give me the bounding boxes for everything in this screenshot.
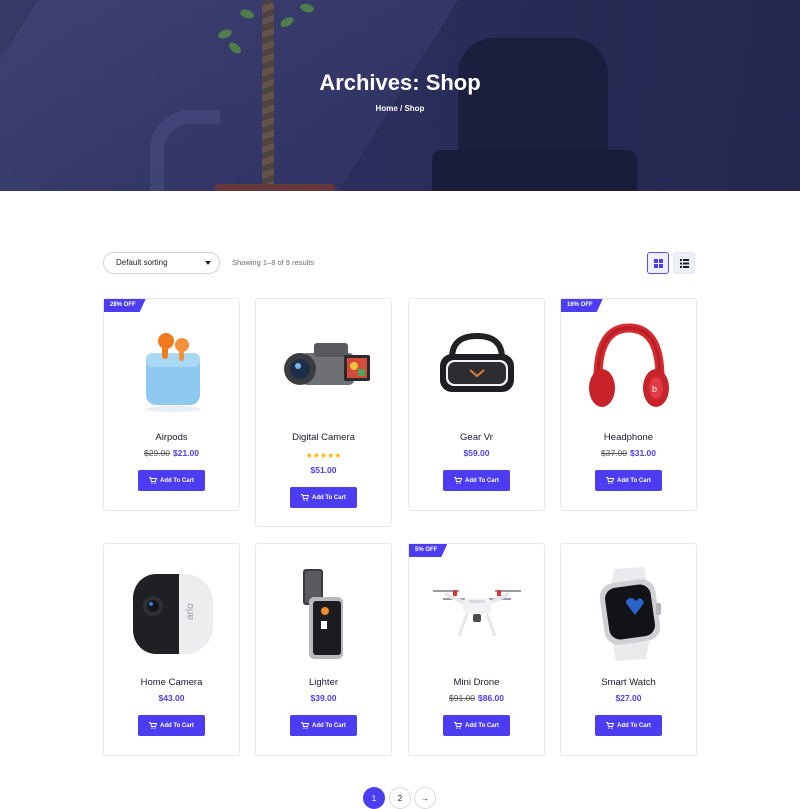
add-to-cart-label: Add To Cart: [617, 477, 651, 484]
add-to-cart-button[interactable]: Add To Cart: [443, 715, 510, 736]
product-name[interactable]: Airpods: [104, 432, 239, 443]
cart-icon: [454, 477, 463, 484]
product-card[interactable]: 5% OFF Mini Drone $91.00 $86.00 Add To Ca…: [408, 543, 545, 756]
list-view-button[interactable]: [673, 252, 695, 274]
old-price: $29.00: [144, 448, 170, 458]
old-price: $91.00: [449, 693, 475, 703]
old-price: $37.00: [601, 448, 627, 458]
sale-price: $27.00: [615, 693, 642, 703]
list-icon: [679, 258, 689, 268]
sort-select[interactable]: Default sorting: [103, 252, 220, 274]
discount-badge: 28% OFF: [104, 299, 146, 312]
grid-icon: [653, 258, 663, 268]
product-name[interactable]: Gear Vr: [409, 432, 544, 443]
product-image[interactable]: [409, 313, 544, 423]
headphones-icon: b: [588, 323, 669, 407]
product-image[interactable]: [256, 558, 391, 668]
sale-price: $39.00: [310, 693, 337, 703]
chevron-down-icon: [205, 261, 211, 265]
product-card[interactable]: Digital Camera ★★★★★ $51.00 Add To Cart: [255, 298, 392, 527]
add-to-cart-label: Add To Cart: [160, 722, 194, 729]
product-name[interactable]: Headphone: [561, 432, 696, 443]
product-price: $39.00: [256, 693, 391, 703]
product-name[interactable]: Smart Watch: [561, 677, 696, 688]
product-name[interactable]: Lighter: [256, 677, 391, 688]
add-to-cart-label: Add To Cart: [312, 494, 346, 501]
product-image[interactable]: [256, 313, 391, 423]
shop-toolbar: Default sorting Showing 1–8 of 9 results: [103, 252, 695, 274]
discount-badge: 5% OFF: [409, 544, 447, 557]
airpods-icon: [144, 333, 201, 412]
cart-icon: [454, 722, 463, 729]
discount-badge: 16% OFF: [561, 299, 603, 312]
product-image[interactable]: b: [561, 313, 696, 423]
cart-icon: [149, 477, 158, 484]
svg-text:arlo: arlo: [185, 603, 196, 620]
smartwatch-icon: [599, 567, 661, 661]
product-image[interactable]: [409, 558, 544, 668]
add-to-cart-button[interactable]: Add To Cart: [290, 487, 357, 508]
product-price: $27.00: [561, 693, 696, 703]
product-card[interactable]: 28% OFF Airpods $29.00 $21.00 Add To Cart: [103, 298, 240, 511]
camera-icon: [283, 343, 370, 385]
product-price: $43.00: [104, 693, 239, 703]
page-2-button[interactable]: 2: [389, 787, 411, 809]
sale-price: $51.00: [310, 465, 337, 475]
product-card[interactable]: arlo Home Camera $43.00 Add To Cart: [103, 543, 240, 756]
product-card[interactable]: Lighter $39.00 Add To Cart: [255, 543, 392, 756]
grid-view-button[interactable]: [647, 252, 669, 274]
product-name[interactable]: Digital Camera: [256, 432, 391, 443]
svg-text:b: b: [652, 384, 657, 394]
sale-price: $86.00: [478, 693, 504, 703]
sale-price: $21.00: [173, 448, 199, 458]
product-image[interactable]: [104, 313, 239, 423]
page-title: Archives: Shop: [319, 70, 481, 95]
product-price: $51.00: [256, 465, 391, 475]
lighter-icon: [302, 569, 343, 659]
add-to-cart-button[interactable]: Add To Cart: [443, 470, 510, 491]
add-to-cart-button[interactable]: Add To Cart: [138, 715, 205, 736]
add-to-cart-label: Add To Cart: [312, 722, 346, 729]
sort-select-value: Default sorting: [116, 258, 168, 267]
sale-price: $31.00: [630, 448, 656, 458]
product-price: $91.00 $86.00: [409, 693, 544, 703]
rating-stars: ★★★★★: [305, 451, 342, 460]
add-to-cart-label: Add To Cart: [160, 477, 194, 484]
product-card[interactable]: Gear Vr $59.00 Add To Cart: [408, 298, 545, 511]
add-to-cart-label: Add To Cart: [617, 722, 651, 729]
vr-headset-icon: [439, 332, 514, 392]
product-name[interactable]: Mini Drone: [409, 677, 544, 688]
cart-icon: [149, 722, 158, 729]
product-price: $37.00 $31.00: [561, 448, 696, 458]
product-price: $59.00: [409, 448, 544, 458]
cart-icon: [301, 722, 310, 729]
page-1-button[interactable]: 1: [363, 787, 385, 809]
cart-icon: [606, 722, 615, 729]
breadcrumb[interactable]: Home / Shop: [0, 104, 800, 113]
cart-icon: [301, 494, 310, 501]
add-to-cart-button[interactable]: Add To Cart: [595, 470, 662, 491]
next-page-button[interactable]: →: [414, 787, 436, 809]
product-card[interactable]: Smart Watch $27.00 Add To Cart: [560, 543, 697, 756]
cart-icon: [606, 477, 615, 484]
results-count: Showing 1–8 of 9 results: [232, 258, 315, 267]
product-card[interactable]: 16% OFF b Headphone $37.00 $31.00 Add To …: [560, 298, 697, 511]
hero-banner: Archives: Shop Home / Shop: [0, 0, 800, 191]
drone-icon: [432, 590, 521, 637]
add-to-cart-label: Add To Cart: [465, 477, 499, 484]
security-camera-icon: arlo: [132, 574, 213, 654]
add-to-cart-button[interactable]: Add To Cart: [138, 470, 205, 491]
add-to-cart-label: Add To Cart: [465, 722, 499, 729]
product-name[interactable]: Home Camera: [104, 677, 239, 688]
product-image[interactable]: arlo: [104, 558, 239, 668]
add-to-cart-button[interactable]: Add To Cart: [595, 715, 662, 736]
add-to-cart-button[interactable]: Add To Cart: [290, 715, 357, 736]
sale-price: $43.00: [158, 693, 185, 703]
product-price: $29.00 $21.00: [104, 448, 239, 458]
sale-price: $59.00: [463, 448, 490, 458]
product-image[interactable]: [561, 558, 696, 668]
